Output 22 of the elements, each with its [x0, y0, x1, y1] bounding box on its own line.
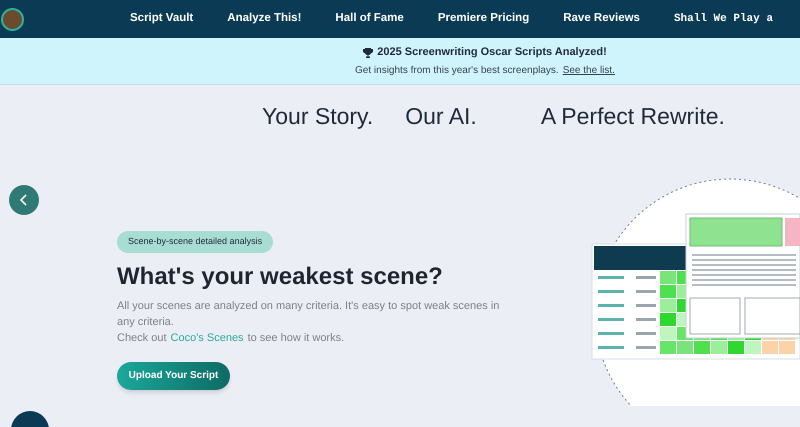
tagline: Our AI. — [405, 102, 477, 131]
upload-script-button[interactable]: Upload Your Script — [117, 362, 230, 390]
nav-link[interactable]: Shall We Play a — [674, 10, 773, 28]
feature-heading: What's your weakest scene? — [117, 262, 443, 292]
cta-text: to see how it works. — [248, 330, 344, 346]
feature-description: All your scenes are analyzed on many criteria. It's easy to spot weak scenes in any criteria. — [117, 298, 500, 330]
nav-link[interactable]: Hall of Fame — [335, 10, 404, 28]
logo-icon[interactable] — [1, 8, 24, 30]
banner-text: Get insights from this year's best screenplays. — [355, 64, 559, 78]
nav-link[interactable]: Rave Reviews — [563, 10, 640, 28]
nav-link[interactable]: Premiere Pricing — [438, 10, 530, 28]
chevron-left-icon — [19, 194, 29, 206]
nav-link[interactable]: Analyze This! — [227, 10, 302, 28]
trophy-icon — [363, 48, 374, 58]
see-list-link[interactable]: See the list. — [562, 62, 615, 78]
nav-link[interactable]: Script Vault — [130, 10, 194, 28]
previous-arrow-button[interactable] — [9, 185, 39, 215]
tagline: A Perfect Rewrite. — [540, 102, 725, 131]
tagline: Your Story. — [262, 102, 374, 131]
feature-badge: Scene-by-scene detailed analysis — [117, 231, 274, 252]
banner-title: 2025 Screenwriting Oscar Scripts Analyzed! — [377, 45, 607, 60]
cta-text: Check out — [117, 330, 167, 346]
